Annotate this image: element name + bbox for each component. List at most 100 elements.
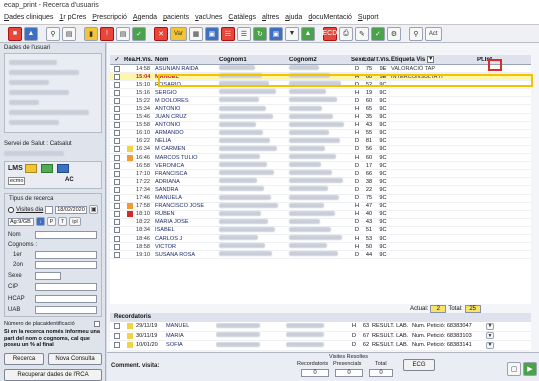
menu-agenda[interactable]: Agenda xyxy=(133,14,157,22)
act-button[interactable]: Act xyxy=(424,26,442,41)
print-icon[interactable]: ⎙ xyxy=(338,26,353,41)
menu-documentacio[interactable]: docuMentació xyxy=(308,14,352,22)
row-checkbox[interactable] xyxy=(114,170,120,177)
reminder-checkbox[interactable] xyxy=(114,342,120,349)
window-icon[interactable]: ▢ xyxy=(507,362,521,376)
ecg-button[interactable]: ECG xyxy=(403,359,435,371)
alert-icon[interactable]: ! xyxy=(100,26,114,41)
cip-input[interactable] xyxy=(35,283,97,291)
row-checkbox[interactable] xyxy=(114,97,120,104)
table-row[interactable]: 15:04 MANUEL H 60 9E INTERCONSULTA IT xyxy=(110,73,531,82)
table-row[interactable]: 15:10 ROSARIO D 52 9C xyxy=(110,81,531,90)
date-field[interactable]: 18/02/2020 xyxy=(55,205,88,214)
header-etiqueta[interactable]: Etiqueta Vis xyxy=(391,57,425,63)
ok-icon[interactable]: ✓ xyxy=(370,26,385,41)
header-hora[interactable]: H.Vis. xyxy=(136,57,155,63)
table-row[interactable]: 16:58 VERONICA D 17 9C xyxy=(110,162,531,171)
table-row[interactable]: 18:22 MARIA JOSE D 43 9C xyxy=(110,218,531,227)
table-row[interactable]: 17:10 FRANCISCA D 66 9C xyxy=(110,170,531,179)
row-checkbox[interactable] xyxy=(114,138,120,145)
table-row[interactable]: 16:10 ARMANDO H 55 9C xyxy=(110,129,531,138)
row-checkbox[interactable] xyxy=(114,211,120,218)
search2-icon[interactable]: ⚲ xyxy=(408,26,423,41)
reminder-row[interactable]: 10/01/20 SOFIA D 62 RESULT. LAB. Num. Petició… xyxy=(110,341,531,351)
bars-icon[interactable]: ☵ xyxy=(220,26,235,41)
row-checkbox[interactable] xyxy=(114,73,120,80)
date-picker-button[interactable] xyxy=(45,205,54,214)
row-checkbox[interactable] xyxy=(114,235,120,242)
sexe-select[interactable] xyxy=(35,272,61,280)
nom-input[interactable] xyxy=(35,231,97,239)
row-checkbox[interactable] xyxy=(114,243,120,250)
table-row[interactable]: 14:58 ASUNIAN RAIDA D 75 9E VALORACIÓ TAP xyxy=(110,65,531,74)
reminder-dropdown-icon[interactable]: ▼ xyxy=(486,341,494,349)
ag-field[interactable]: Ag:9/GB xyxy=(8,217,34,226)
row-checkbox[interactable] xyxy=(114,178,120,185)
visites-radio[interactable] xyxy=(8,206,14,213)
menu-catalegs[interactable]: Catàlegs xyxy=(228,14,256,22)
table-row[interactable]: 18:46 CARLOS J H 53 9C xyxy=(110,235,531,244)
header-cognom2[interactable]: Cognom2 xyxy=(289,57,351,63)
filter-icon[interactable]: ▼ xyxy=(284,26,299,41)
reminder-dropdown-icon[interactable]: ▼ xyxy=(486,322,494,330)
header-rea[interactable]: Rea. xyxy=(124,57,136,63)
recerca-button[interactable]: Recerca xyxy=(4,353,44,365)
hcap-input[interactable] xyxy=(35,295,97,303)
reminder-row[interactable]: 29/11/19 MANUEL H 63 RESULT. LAB. Num. Petici… xyxy=(110,322,531,332)
placaidentificacio-checkbox[interactable] xyxy=(94,321,100,327)
t-button[interactable]: T xyxy=(58,217,67,226)
menu-vacunes[interactable]: vacUnes xyxy=(195,14,222,22)
table-row[interactable]: 15:22 M DOLORES D 60 9C xyxy=(110,97,531,106)
row-checkbox[interactable] xyxy=(114,114,120,121)
table-row[interactable]: 17:34 SANDRA D 22 9C xyxy=(110,186,531,195)
menu-suport[interactable]: Suport xyxy=(358,14,379,22)
shield-icon[interactable]: ▲ xyxy=(300,26,315,41)
etiqueta-dropdown-icon[interactable]: ▼ xyxy=(427,56,435,63)
row-checkbox[interactable] xyxy=(114,106,120,113)
stop-icon[interactable]: ✕ xyxy=(154,26,168,41)
ecd-icon[interactable]: ECD xyxy=(323,26,337,41)
list-icon[interactable]: ☰ xyxy=(236,26,251,41)
table-row[interactable]: 18:58 VICTOR H 50 9C xyxy=(110,243,531,252)
reminder-row[interactable]: 30/11/19 MARIA D 67 RESULT. LAB. Num. Petició… xyxy=(110,332,531,341)
row-checkbox[interactable] xyxy=(114,251,120,258)
header-cognom1[interactable]: Cognom1 xyxy=(219,57,289,63)
exit-icon[interactable]: ▶ xyxy=(523,362,537,376)
header-tvis[interactable]: T.Vis. xyxy=(375,57,391,63)
header-checkbox[interactable]: ✓ xyxy=(110,56,124,63)
table-row[interactable]: 16:34 M CARMEN D 56 9C xyxy=(110,145,531,155)
ipl-button[interactable]: ipl xyxy=(69,217,81,226)
document-icon[interactable]: ▤ xyxy=(116,26,130,41)
row-checkbox[interactable] xyxy=(114,154,120,161)
menu-dades-cliniques[interactable]: Dades cliniques xyxy=(4,14,53,22)
table-row[interactable]: 16:46 MARCOS TULIO H 60 9C xyxy=(110,154,531,163)
pencil-icon[interactable]: ✎ xyxy=(354,26,369,41)
p-button[interactable]: P xyxy=(47,217,56,226)
menu-altres[interactable]: altres xyxy=(262,14,279,22)
table-row[interactable]: 15:34 ANTONIO H 65 9C xyxy=(110,105,531,114)
reminder-checkbox[interactable] xyxy=(114,323,120,330)
table-row[interactable]: 18:10 RUBEN H 40 9C xyxy=(110,210,531,219)
header-nom[interactable]: Nom xyxy=(155,57,219,63)
second-surname-input[interactable] xyxy=(35,261,97,269)
row-checkbox[interactable] xyxy=(114,162,120,169)
settings-icon[interactable]: ⚙ xyxy=(386,26,401,41)
table-row[interactable]: 15:58 ANTONIO H 43 9C xyxy=(110,121,531,130)
lms-blue-icon[interactable] xyxy=(57,164,69,173)
row-checkbox[interactable] xyxy=(114,146,120,153)
row-checkbox[interactable] xyxy=(114,186,120,193)
reminder-dropdown-icon[interactable]: ▼ xyxy=(486,332,494,340)
menu-ajuda[interactable]: ajuda xyxy=(285,14,302,22)
header-edat[interactable]: Edat xyxy=(363,57,375,63)
table-row[interactable]: 16:22 NELIA D 81 9C xyxy=(110,137,531,146)
row-checkbox[interactable] xyxy=(114,195,120,202)
row-checkbox[interactable] xyxy=(114,81,120,88)
view-icon[interactable]: ▤ xyxy=(62,26,76,41)
recuperar-rca-button[interactable]: Recuperar dades de l'RCA xyxy=(4,369,102,381)
user-icon[interactable]: ■ xyxy=(8,26,22,41)
menu-prescripcio[interactable]: Prescripció xyxy=(92,14,127,22)
folder-icon[interactable]: ▮ xyxy=(84,26,98,41)
nova-consulta-button[interactable]: Nova Consulta xyxy=(48,353,102,365)
table-row[interactable]: 17:22 ADRIANA D 38 9C xyxy=(110,178,531,187)
search-icon[interactable]: ⚲ xyxy=(46,26,60,41)
